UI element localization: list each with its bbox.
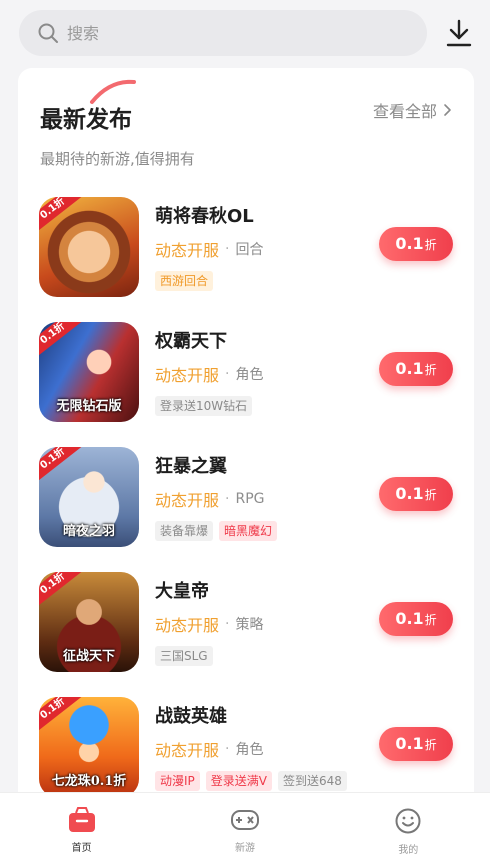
smiley-icon [395,808,421,834]
server-status: 动态开服 [155,741,220,760]
view-all-link[interactable]: 查看全部 [373,98,452,122]
server-status: 动态开服 [155,616,220,635]
game-item[interactable]: 0.1折 萌将春秋OL 动态开服 · 回合 西游回合 0.1 折 [18,194,474,319]
home-bag-icon [68,807,95,832]
chevron-right-icon [444,104,451,116]
discount-value: 0.1 [395,609,424,628]
game-genre: RPG [235,491,265,507]
nav-label: 新游 [234,843,255,854]
game-name: 战鼓英雄 [155,706,227,727]
game-tag: 暗黑魔幻 [219,521,278,541]
game-tag: 登录送10W钻石 [155,396,253,416]
discount-unit: 折 [424,363,437,377]
search-box[interactable] [19,10,427,56]
game-tag: 三国SLG [155,646,213,666]
nav-item-new-games[interactable]: 新游 [163,793,326,860]
game-meta: 动态开服 · 回合 [155,237,263,261]
game-meta: 动态开服 · RPG [155,487,265,511]
tag-list: 三国SLG [155,646,213,666]
game-item[interactable]: 0.1折 无限钻石版 权霸天下 动态开服 · 角色 登录送10W钻石 0.1 折 [18,319,474,444]
search-icon [38,23,58,43]
game-tag: 登录送满V [205,771,272,791]
gamepad-icon [230,810,259,830]
discount-button[interactable]: 0.1 折 [379,727,453,761]
tag-list: 登录送10W钻石 [155,396,253,416]
nav-item-home[interactable]: 首页 [0,793,163,860]
top-bar [0,0,490,64]
separator-dot: · [225,616,230,632]
game-genre: 角色 [235,742,264,758]
game-item[interactable]: 0.1折 暗夜之羽 狂暴之翼 动态开服 · RPG 装备靠爆 暗黑魔幻 0.1 … [18,444,474,569]
tag-list: 西游回合 [155,271,214,291]
game-art-caption: 七龙珠0.1折 [51,774,127,789]
view-all-label: 查看全部 [372,102,437,121]
game-name: 权霸天下 [155,331,227,352]
discount-unit: 折 [424,488,437,502]
tag-list: 装备靠爆 暗黑魔幻 [155,521,278,541]
game-art-caption: 征战天下 [62,649,115,664]
game-icon[interactable]: 0.1折 征战天下 [39,572,139,672]
discount-unit: 折 [424,738,437,752]
game-meta: 动态开服 · 策略 [155,612,263,636]
tag-list: 动漫IP 登录送满V 签到送648 [155,771,347,791]
nav-item-mine[interactable]: 我的 [327,793,490,860]
game-art-caption: 无限钻石版 [56,399,122,414]
discount-unit: 折 [424,613,437,627]
server-status: 动态开服 [155,366,220,385]
game-meta: 动态开服 · 角色 [155,737,263,761]
discount-value: 0.1 [395,234,424,253]
download-button[interactable] [444,18,474,48]
discount-button[interactable]: 0.1 折 [379,352,453,386]
server-status: 动态开服 [155,491,220,510]
separator-dot: · [225,241,230,257]
game-genre: 角色 [235,367,264,383]
separator-dot: · [225,366,230,382]
server-status: 动态开服 [155,241,220,260]
game-tag: 装备靠爆 [155,521,214,541]
discount-value: 0.1 [395,359,424,378]
separator-dot: · [225,741,230,757]
discount-button[interactable]: 0.1 折 [379,477,453,511]
section-subtitle: 最期待的新游,值得拥有 [40,150,195,168]
nav-label: 我的 [398,845,419,856]
section-title: 最新发布 [40,107,132,133]
game-genre: 回合 [235,242,264,258]
game-genre: 策略 [235,617,264,633]
game-item[interactable]: 0.1折 七龙珠0.1折 战鼓英雄 动态开服 · 角色 动漫IP 登录送满V 签… [18,694,474,808]
game-tag: 西游回合 [155,271,214,291]
discount-value: 0.1 [395,484,424,503]
game-list: 0.1折 萌将春秋OL 动态开服 · 回合 西游回合 0.1 折 0.1折 无限… [18,194,474,808]
discount-unit: 折 [424,238,437,252]
search-input[interactable] [67,23,367,43]
game-meta: 动态开服 · 角色 [155,362,263,386]
game-art-caption: 暗夜之羽 [62,524,115,539]
discount-value: 0.1 [395,734,424,753]
game-icon[interactable]: 0.1折 [39,197,139,297]
separator-dot: · [225,491,230,507]
game-icon[interactable]: 0.1折 七龙珠0.1折 [39,697,139,797]
discount-button[interactable]: 0.1 折 [379,227,453,261]
game-name: 大皇帝 [155,581,209,602]
new-release-card: 最新发布 查看全部 最期待的新游,值得拥有 0.1折 萌将春秋OL 动态开服 ·… [18,68,474,808]
game-name: 狂暴之翼 [155,456,227,477]
game-name: 萌将春秋OL [155,206,254,227]
game-item[interactable]: 0.1折 征战天下 大皇帝 动态开服 · 策略 三国SLG 0.1 折 [18,569,474,694]
game-icon[interactable]: 0.1折 无限钻石版 [39,322,139,422]
game-tag: 动漫IP [155,771,200,791]
bottom-nav: 首页 新游 我的 [0,792,490,860]
nav-label: 首页 [71,843,92,854]
game-icon[interactable]: 0.1折 暗夜之羽 [39,447,139,547]
game-tag: 签到送648 [278,771,347,791]
discount-button[interactable]: 0.1 折 [379,602,453,636]
download-icon [446,19,472,47]
